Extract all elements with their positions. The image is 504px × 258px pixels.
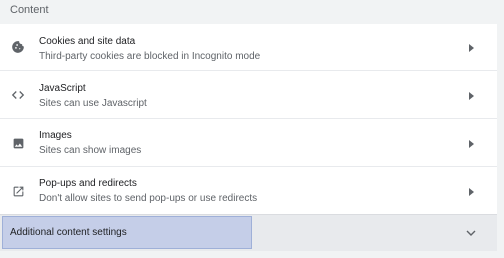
chevron-right-icon [467,139,475,149]
page-edge [497,0,504,258]
row-title: Cookies and site data [39,36,136,47]
images-row[interactable]: Images Sites can show images [0,120,497,167]
cookie-icon [10,39,26,55]
row-title: JavaScript [39,83,86,94]
section-title: Content [10,4,49,16]
chevron-right-icon [467,91,475,101]
row-title: Images [39,130,72,141]
additional-content-settings-label: Additional content settings [10,227,127,238]
cookies-site-data-row[interactable]: Cookies and site data Third-party cookie… [0,24,497,71]
row-subtitle: Sites can use Javascript [39,98,147,109]
open-in-new-icon [10,183,26,199]
row-title: Pop-ups and redirects [39,178,137,189]
row-subtitle: Sites can show images [39,145,142,156]
row-subtitle: Don't allow sites to send pop-ups or use… [39,193,258,204]
chevron-right-icon [467,187,475,197]
javascript-row[interactable]: JavaScript Sites can use Javascript [0,72,497,119]
image-icon [10,135,26,151]
chevron-down-icon [465,228,477,238]
chevron-right-icon [467,43,475,53]
popups-redirects-row[interactable]: Pop-ups and redirects Don't allow sites … [0,167,497,214]
code-icon [10,87,26,103]
additional-content-settings-button[interactable]: Additional content settings [0,214,497,251]
row-subtitle: Third-party cookies are blocked in Incog… [39,51,261,62]
